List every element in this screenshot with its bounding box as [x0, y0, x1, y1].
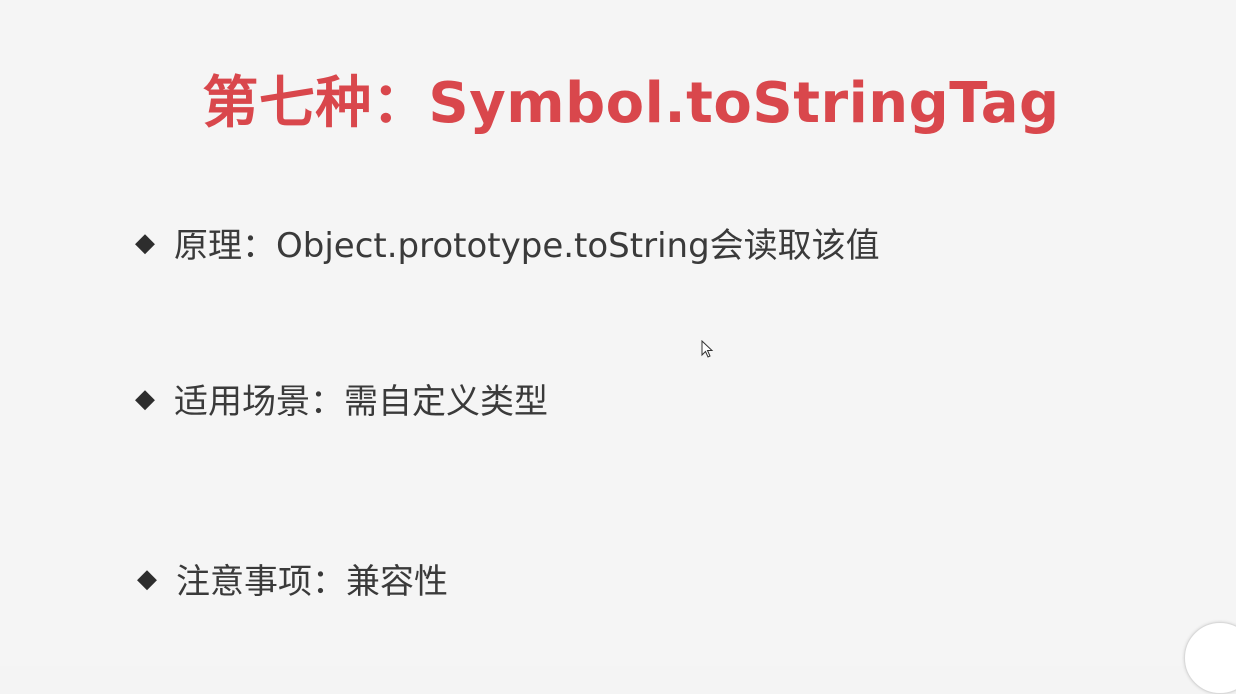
bullet-item-notes: ◆ 注意事项：兼容性 [130, 554, 448, 603]
presentation-slide: 第七种：Symbol.toStringTag ◆ 原理：Object.proto… [0, 0, 1236, 666]
bullet-item-use-case: ◆ 适用场景：需自定义类型 [128, 374, 548, 423]
bullet-text: 适用场景：需自定义类型 [174, 382, 548, 422]
bullet-item-principle: ◆ 原理：Object.prototype.toString会读取该值 [128, 218, 880, 267]
mouse-cursor-icon [701, 340, 714, 358]
diamond-bullet-icon: ◆ [135, 227, 155, 258]
bullet-text: 注意事项：兼容性 [176, 562, 448, 602]
diamond-bullet-icon: ◆ [135, 383, 155, 414]
diamond-bullet-icon: ◆ [137, 563, 157, 594]
bullet-text: 原理：Object.prototype.toString会读取该值 [174, 226, 880, 266]
slide-title: 第七种：Symbol.toStringTag [202, 71, 1060, 136]
